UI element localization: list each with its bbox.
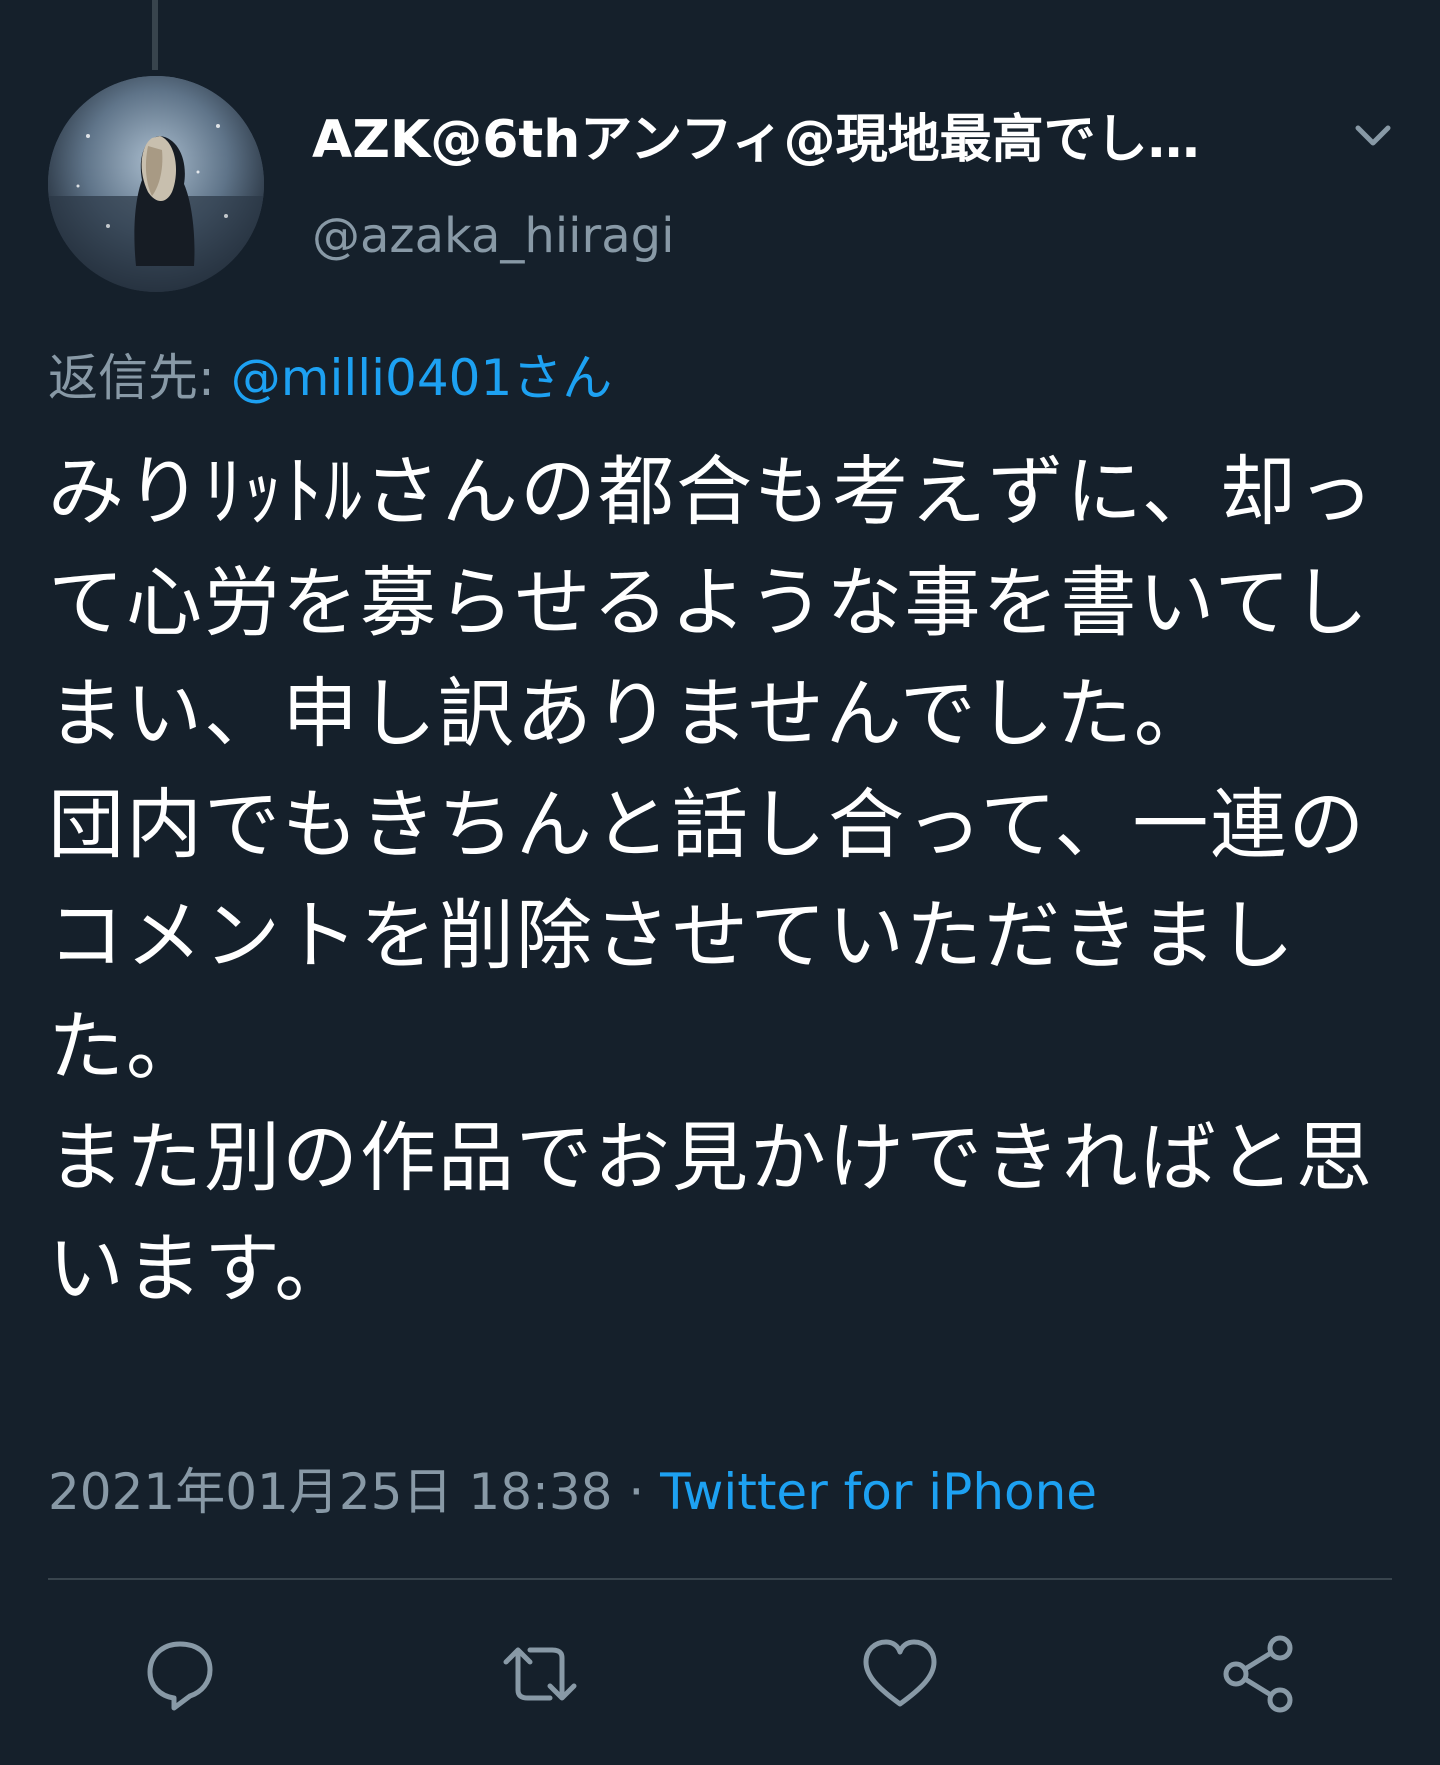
divider — [48, 1578, 1392, 1580]
reply-context: 返信先: @milli0401さん — [48, 346, 612, 410]
display-name[interactable]: AZK@6thアンフィ@現地最高でし… — [312, 108, 1292, 172]
avatar-image — [48, 76, 264, 292]
share-icon[interactable] — [1218, 1632, 1302, 1716]
tweet-body: みりﾘｯﾄﾙさんの都合も考えずに、却って心労を募らせるような事を書いてしまい、申… — [48, 447, 1376, 1313]
tweet-meta: 2021年01月25日 18:38 · Twitter for iPhone — [48, 1460, 1097, 1524]
tweet-detail-view: AZK@6thアンフィ@現地最高でし… @azaka_hiiragi 返信先: … — [0, 0, 1440, 1765]
avatar[interactable] — [48, 76, 264, 292]
heart-icon[interactable] — [858, 1632, 942, 1716]
user-handle[interactable]: @azaka_hiiragi — [312, 206, 674, 266]
source-link[interactable]: Twitter for iPhone — [660, 1463, 1097, 1521]
thread-connector-line — [152, 0, 158, 70]
action-bar — [0, 1632, 1440, 1722]
reply-icon[interactable] — [138, 1632, 222, 1716]
chevron-down-icon[interactable] — [1348, 110, 1398, 160]
timestamp[interactable]: 2021年01月25日 18:38 — [48, 1463, 612, 1521]
meta-separator: · — [612, 1463, 661, 1521]
reply-mention-link[interactable]: @milli0401さん — [231, 349, 613, 407]
reply-prefix: 返信先: — [48, 349, 231, 407]
retweet-icon[interactable] — [498, 1632, 582, 1716]
